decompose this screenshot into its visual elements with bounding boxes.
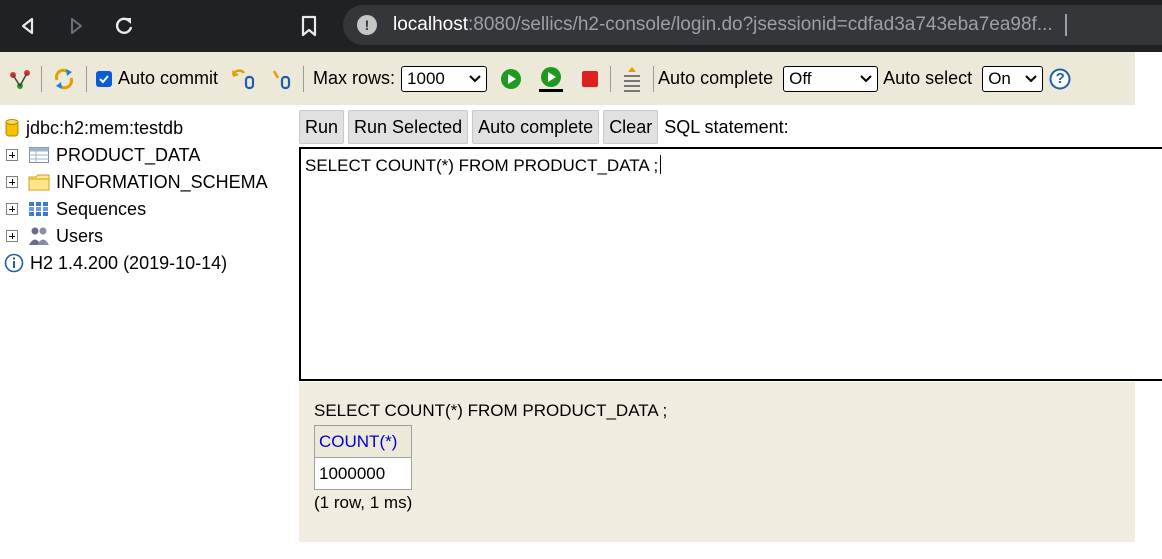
toolbar-separator [303,65,305,92]
sql-editor-text: SELECT COUNT(*) FROM PRODUCT_DATA ; [305,156,659,175]
run-selected-button[interactable]: Run Selected [348,110,469,144]
column-header-count[interactable]: COUNT(*) [313,425,413,458]
refresh-icon[interactable] [51,65,77,93]
max-rows-value: 1000 [407,68,445,88]
chevron-down-icon [860,74,872,82]
sequence-icon [28,199,50,219]
query-action-bar: Run Run Selected Auto complete Clear SQL… [299,110,789,144]
expand-icon[interactable] [6,203,18,215]
chevron-down-icon [1025,74,1037,82]
stop-icon[interactable] [579,65,601,93]
version-label: H2 1.4.200 (2019-10-14) [30,252,228,273]
url-path: :8080/sellics/h2-console/login.do?jsessi… [468,14,1053,35]
url-host: localhost [393,14,468,35]
auto-complete-label: Auto complete [658,68,774,88]
tree-connection[interactable]: jdbc:h2:mem:testdb [0,115,183,141]
result-statement: SELECT COUNT(*) FROM PRODUCT_DATA ; [314,401,668,420]
table-icon [28,145,50,165]
help-icon-glyph: ? [1055,69,1065,87]
back-icon [21,17,34,35]
chevron-down-icon [469,74,481,82]
tree-item-label: Users [56,225,104,246]
auto-complete-select[interactable]: Off [783,65,879,92]
toolbar-separator [610,65,612,92]
max-rows-select[interactable]: 1000 [401,65,488,92]
tree-item-label: Sequences [56,198,147,219]
site-info-icon[interactable]: ! [357,15,377,35]
tree-item-users[interactable]: Users [0,223,103,249]
tree-item-sequences[interactable]: Sequences [0,196,146,222]
connection-label: jdbc:h2:mem:testdb [26,117,184,138]
users-icon [28,226,50,246]
expand-icon[interactable] [6,149,18,161]
h2-toolbar: Auto commit Max rows: 1000 Auto complete [0,52,1135,105]
run-button[interactable]: Run [299,110,345,144]
auto-select-value: On [988,68,1011,88]
back-button[interactable] [12,10,44,42]
commit-icon[interactable] [270,65,294,93]
auto-complete-value: Off [789,68,812,88]
result-panel: SELECT COUNT(*) FROM PRODUCT_DATA ; COUN… [299,382,1135,542]
result-info: (1 row, 1 ms) [314,493,413,512]
table-cell: 1000000 [313,457,413,490]
tree-version: H2 1.4.200 (2019-10-14) [0,250,227,276]
disconnect-icon[interactable] [8,65,32,93]
table-row: 1000000 [313,457,413,490]
info-icon [4,253,24,273]
sql-editor[interactable]: SELECT COUNT(*) FROM PRODUCT_DATA ; [299,147,1162,381]
rollback-icon[interactable] [230,65,256,93]
tree-item-information-schema[interactable]: INFORMATION_SCHEMA [0,169,268,195]
help-icon[interactable]: ? [1049,65,1071,93]
expand-icon[interactable] [6,176,18,188]
auto-commit-checkbox[interactable] [96,70,112,87]
forward-button[interactable] [60,10,92,42]
auto-complete-button[interactable]: Auto complete [472,110,600,144]
auto-commit-label: Auto commit [118,68,219,88]
database-icon [4,118,20,138]
tree-item-label: INFORMATION_SCHEMA [56,171,268,192]
expand-icon[interactable] [6,230,18,242]
run-icon[interactable] [499,65,523,93]
clear-button[interactable]: Clear [603,110,659,144]
text-caret [660,155,662,174]
result-table: COUNT(*) 1000000 [313,425,413,490]
max-rows-label: Max rows: [313,68,396,88]
sql-statement-label: SQL statement: [664,116,789,137]
address-bar[interactable]: ! localhost:8080/sellics/h2-console/logi… [343,5,1162,45]
tree-item-product-data[interactable]: PRODUCT_DATA [0,142,200,168]
checkmark-icon [99,74,109,83]
text-cursor [1064,14,1067,36]
bookmark-icon [301,15,317,37]
toolbar-separator [41,65,42,92]
history-icon[interactable] [620,65,644,93]
auto-select-label: Auto select [883,68,973,88]
table-header-row: COUNT(*) [313,425,413,458]
toolbar-separator [86,65,87,92]
folder-icon [28,172,50,192]
auto-select-select[interactable]: On [982,65,1044,92]
bookmark-button[interactable] [293,10,325,42]
run-selected-icon[interactable] [537,65,565,93]
browser-toolbar: ! localhost:8080/sellics/h2-console/logi… [0,0,1162,52]
reload-button[interactable] [108,10,140,42]
tree-item-label: PRODUCT_DATA [56,144,201,165]
toolbar-separator [653,65,655,92]
forward-icon [71,18,82,34]
reload-icon [115,17,133,34]
